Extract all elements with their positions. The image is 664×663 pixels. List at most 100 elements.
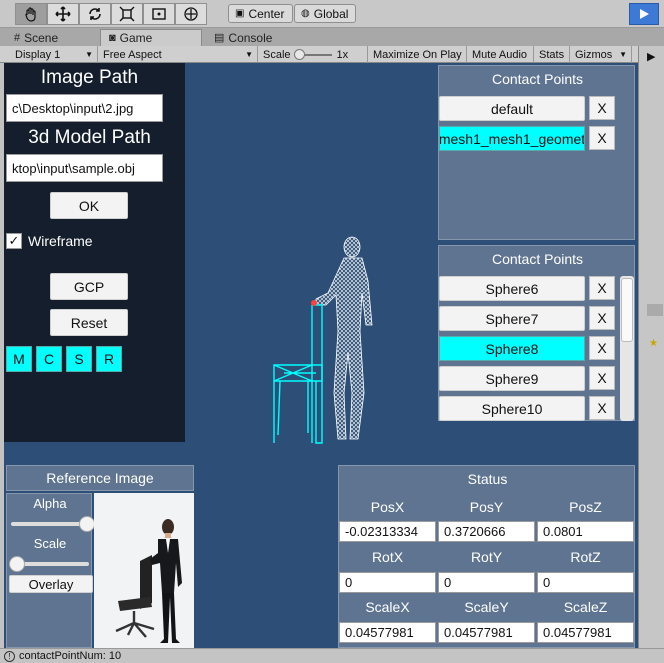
scalex-field[interactable]: 0.04577981 <box>339 622 436 643</box>
image-path-input[interactable]: c\Desktop\input\2.jpg <box>6 94 163 122</box>
tab-console[interactable]: ▤ Console <box>206 29 306 46</box>
reference-image <box>94 493 194 648</box>
sphere-item[interactable]: Sphere7 <box>439 306 585 331</box>
status-panel: Status PosX PosY PosZ -0.02313334 0.3720… <box>338 465 635 648</box>
hierarchy-panel-edge: ▶ ★ <box>638 46 664 648</box>
contact-point-marker[interactable] <box>311 300 317 306</box>
contact-points-list-panel: Contact Points Sphere6 X Sphere7 X Spher… <box>438 245 635 421</box>
display-label: Display 1 <box>15 48 61 61</box>
contact-points-title: Contact Points <box>491 71 584 87</box>
scalez-field[interactable]: 0.04577981 <box>537 622 634 643</box>
scale-slider[interactable] <box>293 48 332 60</box>
tab-scene[interactable]: # Scene <box>6 29 98 46</box>
rotate-icon[interactable] <box>79 3 111 25</box>
gcp-button[interactable]: GCP <box>50 273 128 300</box>
rotx-field[interactable]: 0 <box>339 572 436 593</box>
sphere-item[interactable]: Sphere6 <box>439 276 585 301</box>
rotz-field[interactable]: 0 <box>537 572 634 593</box>
ok-button[interactable]: OK <box>50 192 128 219</box>
hand-icon[interactable] <box>15 3 47 25</box>
game-view: Image Path c\Desktop\input\2.jpg 3d Mode… <box>4 63 638 648</box>
posy-field[interactable]: 0.3720666 <box>438 521 535 542</box>
sphere-item[interactable]: Sphere10 <box>439 396 585 421</box>
aspect-dropdown[interactable]: Free Aspect ▼ <box>98 46 258 63</box>
dropdown-arrow-icon: ▼ <box>85 50 93 59</box>
posx-field[interactable]: -0.02313334 <box>339 521 436 542</box>
contact-item-default[interactable]: default <box>439 96 585 121</box>
contact-points-list-title: Contact Points <box>491 251 584 267</box>
alpha-label: Alpha <box>33 496 67 511</box>
rotz-label: RotZ <box>570 549 601 565</box>
sphere-item[interactable]: Sphere9 <box>439 366 585 391</box>
mute-label: Mute Audio <box>472 48 528 61</box>
hash-icon: # <box>14 31 21 44</box>
remove-button[interactable]: X <box>589 276 615 300</box>
remove-button[interactable]: X <box>589 126 615 150</box>
pivot-icon: ▣ <box>235 8 245 19</box>
wireframe-model[interactable] <box>264 233 384 448</box>
remove-button[interactable]: X <box>589 306 615 330</box>
contact-item-mesh[interactable]: mesh1_mesh1_geomet <box>439 126 585 151</box>
remove-button[interactable]: X <box>589 96 615 120</box>
image-path-label: Image Path <box>40 67 139 88</box>
info-icon: ! <box>4 650 15 662</box>
display-dropdown[interactable]: Display 1 ▼ <box>10 46 98 63</box>
scale-slider-handle[interactable] <box>293 48 305 60</box>
rotx-label: RotX <box>371 549 404 565</box>
scaley-field[interactable]: 0.04577981 <box>438 622 535 643</box>
aspect-label: Free Aspect <box>103 48 162 61</box>
main-toolbar: ▣ Center ◍ Global <box>0 0 664 28</box>
scale-label: Scale <box>263 48 291 61</box>
reference-scale-slider[interactable] <box>9 556 89 572</box>
reset-button[interactable]: Reset <box>50 309 128 336</box>
transform-icon[interactable] <box>175 3 207 25</box>
scale-slider-label: Scale <box>33 536 67 551</box>
roty-field[interactable]: 0 <box>438 572 535 593</box>
collapse-arrow-icon[interactable]: ▶ <box>647 50 655 63</box>
alpha-slider-handle[interactable] <box>79 516 95 532</box>
space-label: Global <box>313 6 349 21</box>
mute-audio-toggle[interactable]: Mute Audio <box>467 46 534 63</box>
posy-label: PosY <box>469 499 504 515</box>
scale-control: Scale 1x <box>258 46 368 63</box>
dropdown-arrow-icon: ▼ <box>245 50 253 59</box>
contact-points-panel: Contact Points default X mesh1_mesh1_geo… <box>438 65 635 240</box>
mode-m-button[interactable]: M <box>6 346 32 372</box>
rect-icon[interactable] <box>143 3 175 25</box>
gizmos-dropdown[interactable]: Gizmos ▼ <box>570 46 632 63</box>
checkbox[interactable]: ✓ <box>6 233 22 249</box>
remove-button[interactable]: X <box>589 336 615 360</box>
mode-r-button[interactable]: R <box>96 346 122 372</box>
tab-game[interactable]: ◙ Game <box>100 29 202 46</box>
move-icon[interactable] <box>47 3 79 25</box>
scrollbar-thumb[interactable] <box>621 278 633 342</box>
left-control-panel: Image Path c\Desktop\input\2.jpg 3d Mode… <box>4 63 185 442</box>
list-scrollbar[interactable] <box>620 276 634 421</box>
scalex-label: ScaleX <box>365 599 410 615</box>
reference-image-header: Reference Image <box>6 465 194 491</box>
tab-console-label: Console <box>228 30 273 45</box>
pivot-toggle[interactable]: ▣ Center <box>228 4 293 23</box>
status-title: Status <box>467 471 508 487</box>
status-message[interactable]: contactPointNum: 10 <box>19 650 121 662</box>
maximize-on-play-toggle[interactable]: Maximize On Play <box>368 46 467 63</box>
gizmos-label: Gizmos <box>575 48 613 61</box>
remove-button[interactable]: X <box>589 366 615 390</box>
remove-button[interactable]: X <box>589 396 615 420</box>
model-path-input[interactable]: ktop\input\sample.obj <box>6 154 163 182</box>
space-toggle[interactable]: ◍ Global <box>294 4 356 23</box>
stats-toggle[interactable]: Stats <box>534 46 570 63</box>
scale-icon[interactable] <box>111 3 143 25</box>
folder-icon <box>647 304 663 316</box>
sphere-item-selected[interactable]: Sphere8 <box>439 336 585 361</box>
stats-label: Stats <box>539 48 565 61</box>
play-button[interactable] <box>629 3 659 25</box>
alpha-slider[interactable] <box>11 516 95 532</box>
overlay-button[interactable]: Overlay <box>9 575 93 593</box>
reference-scale-handle[interactable] <box>9 556 25 572</box>
mode-s-button[interactable]: S <box>66 346 92 372</box>
mode-c-button[interactable]: C <box>36 346 62 372</box>
wireframe-toggle[interactable]: ✓ Wireframe <box>6 233 93 249</box>
chair-wireframe <box>273 300 323 444</box>
posz-field[interactable]: 0.0801 <box>537 521 634 542</box>
